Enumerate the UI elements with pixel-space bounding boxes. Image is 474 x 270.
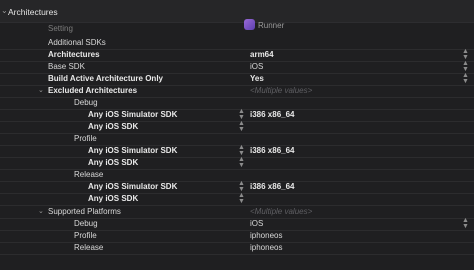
target-column-label: Runner: [258, 21, 285, 30]
platform-value[interactable]: iphoneos: [250, 243, 282, 252]
config-name: Profile: [74, 134, 97, 143]
sdk-name: Any iOS SDK: [88, 194, 139, 203]
setting-value[interactable]: Yes: [250, 74, 264, 83]
setting-name: Base SDK: [48, 62, 85, 71]
config-name: Profile: [74, 231, 97, 240]
setting-value[interactable]: arm64: [250, 50, 274, 59]
platform-value[interactable]: iphoneos: [250, 231, 282, 240]
sdk-value[interactable]: i386 x86_64: [250, 110, 295, 119]
sdk-name: Any iOS SDK: [88, 122, 139, 131]
config-name: Release: [74, 243, 104, 252]
up-down-stepper-icon[interactable]: ▲ ▼: [462, 217, 469, 230]
sdk-name: Any iOS Simulator SDK: [88, 146, 178, 155]
up-down-stepper-icon[interactable]: ▲ ▼: [238, 120, 245, 133]
setting-name: Excluded Architectures: [48, 86, 138, 95]
section-title: Architectures: [8, 7, 58, 17]
column-header: Setting: [0, 22, 474, 37]
chevron-down-icon[interactable]: ⌄: [1, 6, 8, 15]
up-down-stepper-icon[interactable]: ▲ ▼: [238, 156, 245, 169]
setting-name: Build Active Architecture Only: [48, 74, 163, 83]
up-down-stepper-icon[interactable]: ▲ ▼: [462, 72, 469, 85]
setting-value[interactable]: <Multiple values>: [250, 207, 312, 216]
sdk-name: Any iOS Simulator SDK: [88, 182, 178, 191]
platform-value[interactable]: iOS: [250, 219, 263, 228]
chevron-down-icon[interactable]: ⌄: [38, 207, 44, 215]
sdk-value[interactable]: i386 x86_64: [250, 182, 295, 191]
setting-name: Architectures: [48, 50, 100, 59]
sdk-value[interactable]: i386 x86_64: [250, 146, 295, 155]
config-name: Debug: [74, 98, 98, 107]
setting-value[interactable]: <Multiple values>: [250, 86, 312, 95]
sdk-name: Any iOS SDK: [88, 158, 139, 167]
setting-name: Supported Platforms: [48, 207, 121, 216]
setting-name: Additional SDKs: [48, 38, 106, 47]
config-name: Debug: [74, 219, 98, 228]
chevron-down-icon[interactable]: ⌄: [38, 86, 44, 94]
app-target-icon: [244, 19, 255, 30]
setting-column-label: Setting: [48, 24, 73, 33]
config-name: Release: [74, 170, 104, 179]
sdk-name: Any iOS Simulator SDK: [88, 110, 178, 119]
section-header-architectures[interactable]: ⌄ Architectures: [0, 0, 474, 23]
sdk-row-release-ios[interactable]: Any iOS SDK ▲ ▼: [0, 192, 474, 206]
setting-value[interactable]: iOS: [250, 62, 263, 71]
platform-row-release[interactable]: Release iphoneos: [0, 242, 474, 255]
up-down-stepper-icon[interactable]: ▲ ▼: [238, 192, 245, 205]
